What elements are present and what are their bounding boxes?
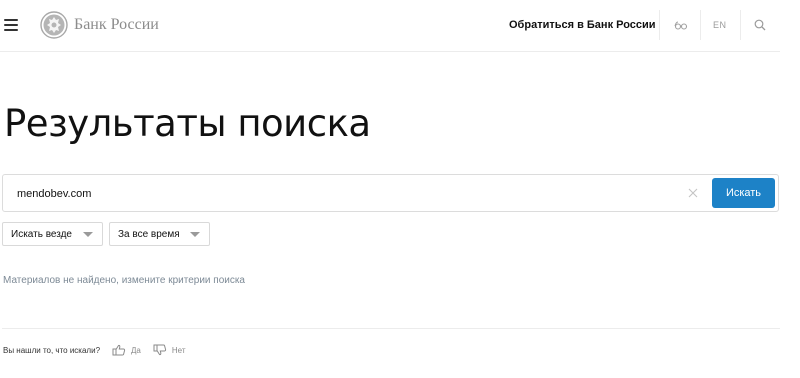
contact-bank-link[interactable]: Обратиться в Банк России <box>509 19 656 31</box>
thumbs-down-icon <box>153 344 167 356</box>
search-icon[interactable] <box>752 17 768 33</box>
page-title: Результаты поиска <box>4 102 371 145</box>
clear-icon[interactable] <box>687 187 699 199</box>
thumbs-up-icon <box>112 344 126 356</box>
feedback-no-label: Нет <box>171 345 186 355</box>
chevron-down-icon <box>190 232 200 237</box>
period-filter-label: За все время <box>118 228 180 240</box>
site-logo[interactable]: Банк России <box>40 11 159 39</box>
menu-icon[interactable] <box>4 19 18 31</box>
scope-filter-select[interactable]: Искать везде <box>2 222 103 246</box>
feedback-yes-label: Да <box>131 345 141 355</box>
header-divider <box>700 10 701 40</box>
search-button[interactable]: Искать <box>712 178 775 208</box>
header-divider <box>740 10 741 40</box>
bank-emblem-icon <box>40 11 68 39</box>
chevron-down-icon <box>83 232 93 237</box>
logo-text: Банк России <box>74 16 159 33</box>
empty-results-message: Материалов не найдено, измените критерии… <box>3 275 245 286</box>
period-filter-select[interactable]: За все время <box>109 222 210 246</box>
feedback-yes-button[interactable]: Да <box>112 344 141 356</box>
search-box: Искать <box>2 174 779 212</box>
divider <box>2 328 780 329</box>
scope-filter-label: Искать везде <box>11 228 72 240</box>
language-switch[interactable]: EN <box>713 20 727 30</box>
feedback-bar: Вы нашли то, что искали? Да Нет <box>3 344 186 356</box>
search-input[interactable] <box>17 185 657 203</box>
header-divider <box>659 10 660 40</box>
feedback-no-button[interactable]: Нет <box>153 344 186 356</box>
site-header: Банк России Обратиться в Банк России EN <box>0 0 780 52</box>
glasses-icon[interactable] <box>673 17 689 33</box>
feedback-question: Вы нашли то, что искали? <box>3 345 101 355</box>
